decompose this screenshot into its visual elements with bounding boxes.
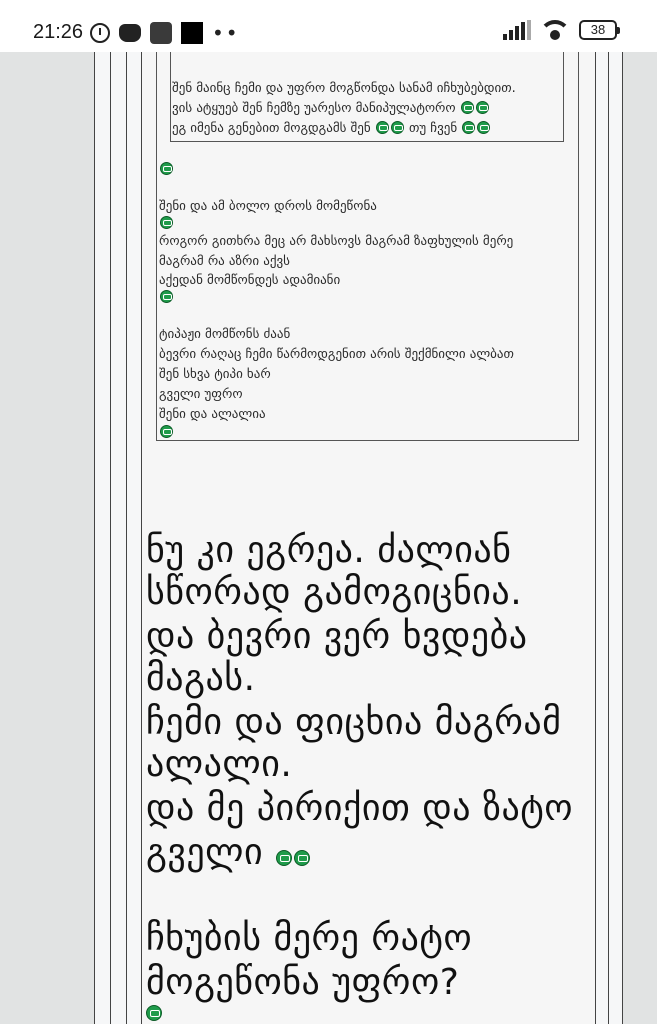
grimacing-emoji-icon	[294, 850, 311, 866]
grimacing-emoji-icon	[160, 216, 173, 229]
reply-line: მოგეწონა უფრო?	[146, 962, 460, 1003]
notification-icons: ••	[90, 21, 240, 45]
reply-line: სწორად გამოგიცნია.	[146, 572, 523, 613]
grimacing-emoji-icon	[462, 121, 476, 134]
app-icon	[150, 22, 172, 44]
grimacing-emoji-icon	[146, 1005, 162, 1021]
grimacing-emoji-icon	[390, 121, 404, 134]
more-dots-icon: ••	[212, 21, 240, 45]
wifi-icon	[541, 20, 569, 40]
nested-quote-line: შენ მაინც ჩემი და უფრო მოგწონდა სანამ იჩ…	[172, 81, 516, 96]
quote-line: მაგრამ რა აზრი აქვს	[159, 254, 290, 269]
grimacing-emoji-icon	[160, 425, 173, 438]
reply-emoji-line	[145, 1005, 163, 1023]
quote-line: შენი და ამ ბოლო დროს მომეწონა	[159, 199, 377, 214]
frame-line	[126, 52, 127, 1024]
reply-line: გველი	[146, 832, 311, 874]
grimacing-emoji-icon	[460, 101, 474, 114]
alarm-icon	[90, 23, 110, 43]
quote-emoji-line	[159, 216, 174, 231]
signal-icon	[503, 20, 531, 40]
grimacing-emoji-icon	[160, 162, 173, 175]
nested-quote-line: ეგ იმენა გენებით მოგდგამს შენ თუ ჩვენ	[172, 121, 491, 136]
frame-line	[595, 52, 596, 1024]
system-icons: 38	[503, 20, 620, 40]
grimacing-emoji-icon	[375, 121, 389, 134]
quote-emoji-line	[159, 290, 174, 305]
reply-line: მაგას.	[146, 658, 256, 699]
quote-line: ბევრი რაღაც ჩემი წარმოდგენით არის შექმნი…	[159, 347, 514, 362]
quote-emoji-line	[159, 162, 174, 177]
status-bar: 21:26 •• 38	[0, 0, 657, 52]
frame-line	[608, 52, 609, 1024]
quote-line: გველი უფრო	[159, 387, 243, 402]
right-gutter	[623, 52, 657, 1024]
battery-icon: 38	[579, 20, 620, 40]
quote-line: შენ სხვა ტიპი ხარ	[159, 367, 271, 382]
frame-line	[622, 52, 623, 1024]
reply-line: ნუ კი ეგრეა. ძალიან	[146, 530, 512, 571]
grimacing-emoji-icon	[160, 290, 173, 303]
frame-line	[110, 52, 111, 1024]
quote-line: შენი და ალალია	[159, 407, 266, 422]
quote-emoji-line	[159, 425, 174, 440]
reply-line: და მე პირიქით და ზატო	[146, 788, 574, 829]
reply-line: ჩხუბის მერე რატო	[146, 918, 473, 959]
quote-line: როგორ გითხრა მეც არ მახსოვს მაგრამ ზაფხუ…	[159, 234, 514, 249]
frame-line	[141, 52, 142, 1024]
grimacing-emoji-icon	[477, 121, 491, 134]
reply-line: ალალი.	[146, 744, 293, 785]
grimacing-emoji-icon	[276, 850, 293, 866]
status-time: 21:26	[33, 21, 84, 43]
reply-line: და ბევრი ვერ ხვდება	[146, 616, 528, 657]
quote-line: აქედან მომწონდეს ადამიანი	[159, 273, 341, 288]
quote-line: ტიპაჟი მომწონს ძაან	[159, 327, 291, 342]
app-icon	[181, 22, 203, 44]
discord-icon	[119, 24, 141, 42]
grimacing-emoji-icon	[475, 101, 489, 114]
left-gutter	[0, 52, 94, 1024]
nested-quote-line: ვის ატყუებ შენ ჩემზე უარესო მანიპულატორო	[172, 101, 490, 116]
page-content[interactable]: შენ მაინც ჩემი და უფრო მოგწონდა სანამ იჩ…	[0, 52, 657, 1024]
frame-line	[94, 52, 95, 1024]
reply-line: ჩემი და ფიცხია მაგრამ	[146, 702, 562, 743]
